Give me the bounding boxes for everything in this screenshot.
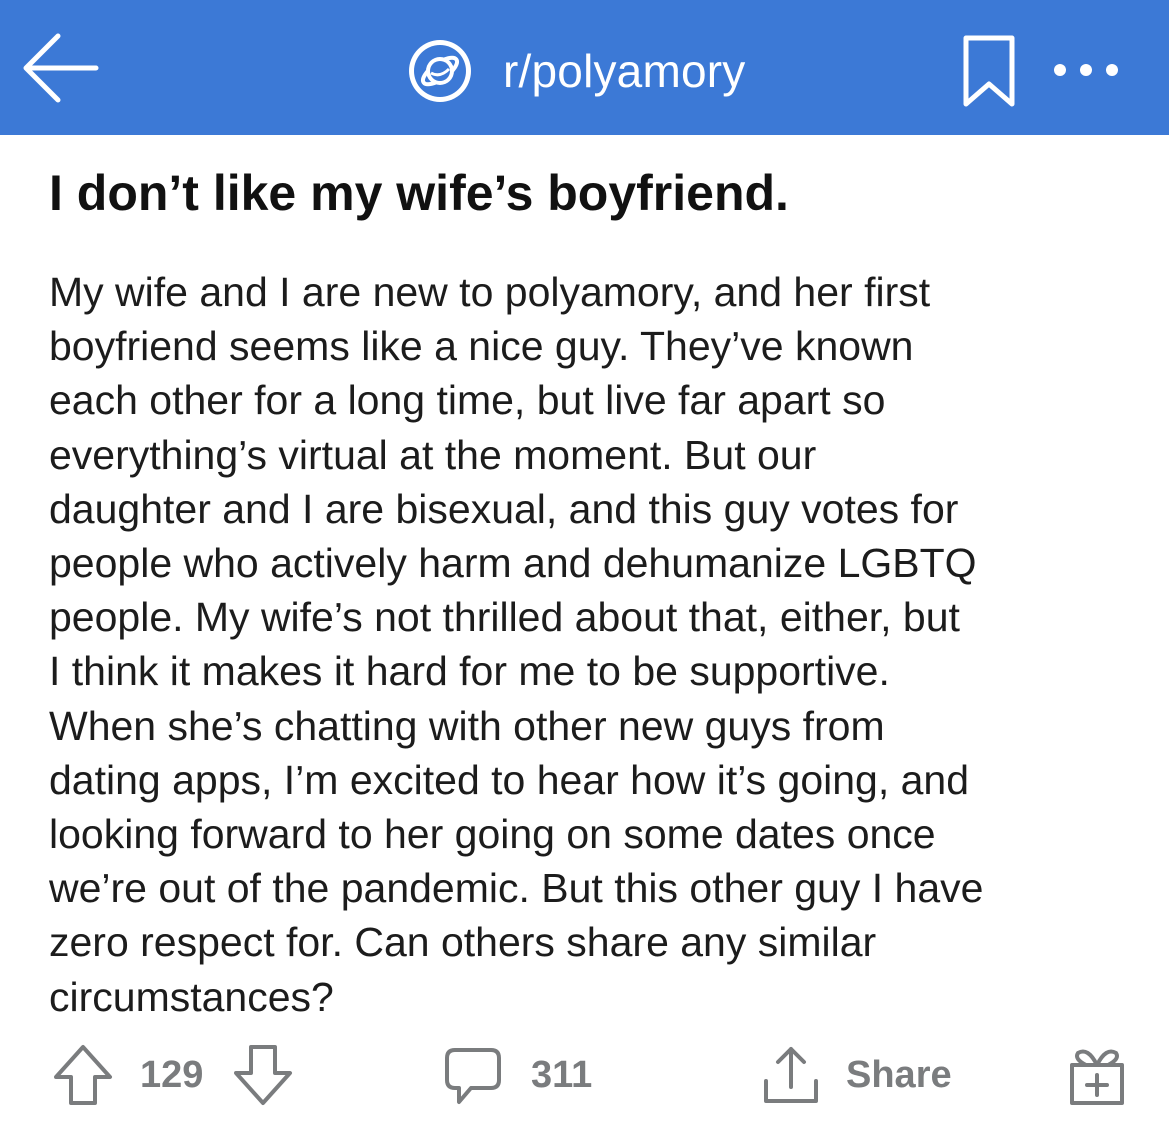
post-body-line: everything’s virtual at the moment. But … [49, 431, 817, 478]
post-body-line: we’re out of the pandemic. But this othe… [49, 865, 984, 912]
upvote-arrow-icon [54, 1045, 112, 1105]
post-body-line: looking forward to her going on some dat… [49, 811, 936, 858]
share-label: Share [846, 1053, 952, 1096]
post-body-line: zero respect for. Can others share any s… [49, 919, 877, 966]
back-arrow-icon [23, 33, 99, 103]
award-button[interactable] [1066, 1040, 1128, 1110]
score-count: 129 [140, 1040, 203, 1110]
post-body-line: people who actively harm and dehumanize … [49, 540, 977, 587]
share-button[interactable]: Share [760, 1040, 952, 1110]
save-button[interactable] [958, 34, 1020, 108]
downvote-arrow-icon [234, 1045, 292, 1105]
share-icon [764, 1047, 818, 1103]
downvote-button[interactable] [232, 1040, 294, 1110]
post-body-line: daughter and I are bisexual, and this gu… [49, 485, 959, 532]
comment-bubble-icon [445, 1048, 501, 1104]
upvote-button[interactable] [52, 1040, 114, 1110]
post-body-line: each other for a long time, but live far… [49, 377, 886, 424]
top-bar: r/polyamory [0, 0, 1169, 135]
post-title: I don’t like my wife’s boyfriend. [49, 165, 789, 221]
post-body-line: My wife and I are new to polyamory, and … [49, 269, 931, 315]
post-body-line: dating apps, I’m excited to hear how it’… [49, 756, 970, 803]
subreddit-link[interactable]: r/polyamory [407, 37, 746, 105]
comments-count: 311 [531, 1053, 593, 1096]
comments-button[interactable]: 311 [443, 1040, 592, 1110]
more-dots-icon [1054, 64, 1118, 76]
planet-icon [409, 40, 471, 102]
bookmark-icon [963, 35, 1015, 107]
post-body-line: I think it makes it hard for me to be su… [49, 648, 890, 695]
score-value: 129 [140, 1053, 204, 1096]
post-body-line: When she’s chatting with other new guys … [49, 702, 885, 749]
post-body-line: people. My wife’s not thrilled about tha… [49, 594, 960, 641]
post-body: My wife and I are new to polyamory, and … [49, 265, 1149, 1024]
subreddit-name: r/polyamory [503, 45, 746, 97]
post-body-line: circumstances? [49, 973, 334, 1020]
back-button[interactable] [20, 30, 100, 106]
post-body-line: boyfriend seems like a nice guy. They’ve… [49, 323, 914, 370]
gift-award-icon [1070, 1049, 1124, 1105]
more-options-button[interactable] [1050, 55, 1122, 85]
